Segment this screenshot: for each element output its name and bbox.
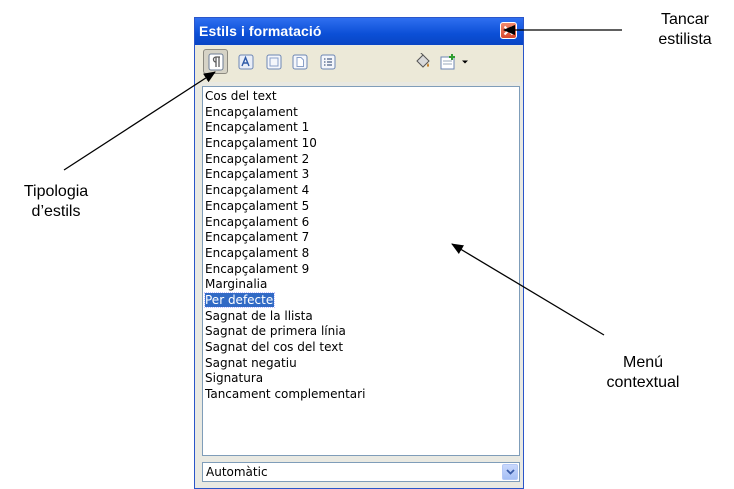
annotation-arrows — [63, 25, 622, 336]
menu-arrow — [451, 243, 605, 336]
menu-annotation: Menú contextual — [606, 354, 680, 391]
close-annotation: Tancar estilista — [658, 11, 712, 48]
types-arrow — [63, 71, 216, 171]
types-annotation: Tipologia d’estils — [23, 183, 89, 220]
